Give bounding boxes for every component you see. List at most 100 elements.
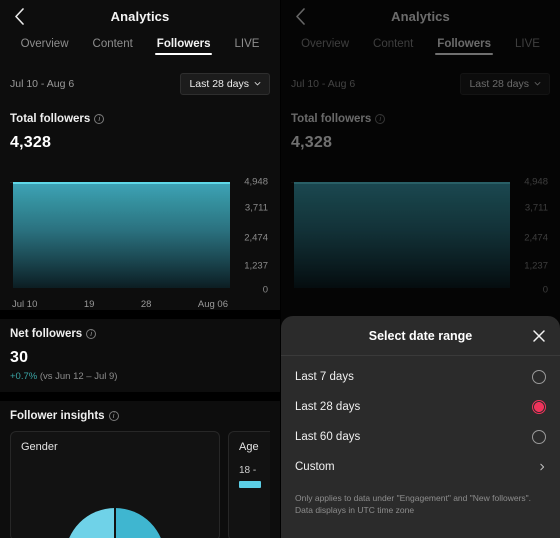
total-followers-value: 4,328 — [291, 134, 333, 151]
modal-header: Select date range — [281, 316, 560, 356]
date-row: Jul 10 - Aug 6 Last 28 days — [281, 63, 560, 104]
tab-live[interactable]: LIVE — [232, 35, 261, 57]
area-series-line — [13, 182, 230, 184]
top-bar: Analytics — [281, 0, 560, 33]
age-bucket-bar — [239, 481, 261, 488]
y-tick-label: 2,474 — [524, 232, 548, 244]
info-icon[interactable]: i — [94, 114, 105, 124]
modal-note-line-2: Data displays in UTC time zone — [295, 505, 415, 516]
radio-button[interactable] — [532, 430, 546, 444]
total-followers-title-row: Total followers i — [10, 104, 270, 125]
radio-button[interactable] — [532, 370, 546, 384]
dual-screenshot-stage: Analytics Overview Content Followers LIV… — [0, 0, 560, 538]
date-range-text: Jul 10 - Aug 6 — [291, 78, 356, 90]
date-range-selector-label: Last 28 days — [469, 78, 529, 90]
radio-button-selected[interactable] — [532, 400, 546, 414]
tab-overview[interactable]: Overview — [299, 35, 351, 57]
close-icon — [533, 329, 545, 342]
x-tick-label: Jul 10 — [12, 299, 38, 310]
tab-content[interactable]: Content — [371, 35, 415, 57]
y-tick-label: 1,237 — [524, 260, 548, 272]
section-divider — [0, 392, 280, 401]
y-tick-label: 2,474 — [244, 232, 268, 244]
y-tick-label: 1,237 — [244, 260, 268, 272]
age-card[interactable]: Age 18 - — [228, 431, 270, 538]
y-tick-label: 0 — [542, 284, 548, 296]
x-tick-label: 19 — [83, 299, 95, 310]
tab-content[interactable]: Content — [91, 35, 135, 57]
top-bar: Analytics — [0, 0, 280, 33]
back-button[interactable] — [290, 7, 310, 27]
x-tick-label: Aug 06 — [197, 299, 228, 310]
date-range-text: Jul 10 - Aug 6 — [10, 78, 75, 90]
option-label: Last 7 days — [295, 371, 354, 383]
gender-card[interactable]: Gender — [10, 431, 220, 538]
date-range-selector-button[interactable]: Last 28 days — [180, 73, 270, 95]
chart-plot-area — [291, 160, 510, 288]
total-followers-chart: 4,948 3,711 2,474 1,237 0 Jul 10 19 28 A… — [10, 160, 270, 310]
net-followers-label: Net followers — [10, 328, 83, 340]
modal-note-line-1: Only applies to data under "Engagement" … — [295, 493, 532, 503]
tab-followers[interactable]: Followers — [435, 35, 493, 57]
chevron-down-icon — [254, 81, 261, 85]
total-followers-section: Total followers i 4,328 4,948 3,711 2,47… — [0, 104, 280, 310]
y-tick-label: 0 — [262, 284, 268, 296]
semicircle-donut-icon — [69, 507, 161, 538]
info-icon[interactable]: i — [86, 329, 97, 339]
option-last-28-days[interactable]: Last 28 days — [281, 392, 560, 422]
option-label: Last 60 days — [295, 431, 361, 443]
total-followers-title-row: Total followers i — [291, 104, 550, 125]
follower-insights-section: Follower insights i Gender Age 18 - — [0, 401, 280, 538]
net-followers-section: Net followers i 30 +0.7% (vs Jun 12 – Ju… — [0, 319, 280, 392]
page-title: Analytics — [391, 9, 450, 24]
option-label: Custom — [295, 461, 335, 473]
info-icon[interactable]: i — [375, 114, 386, 124]
y-tick-label: 3,711 — [244, 202, 268, 214]
option-custom[interactable]: Custom — [281, 452, 560, 482]
option-last-60-days[interactable]: Last 60 days — [281, 422, 560, 452]
tab-followers[interactable]: Followers — [154, 35, 213, 57]
total-followers-section: Total followers i 4,328 4,948 3,711 2,47… — [281, 104, 560, 310]
chevron-left-icon — [295, 8, 305, 25]
age-bucket-label: 18 - — [239, 465, 257, 476]
chevron-left-icon — [14, 8, 24, 25]
modal-options: Last 7 days Last 28 days Last 60 days Cu… — [281, 356, 560, 482]
tab-bar: Overview Content Followers LIVE — [281, 33, 560, 63]
net-followers-title-row: Net followers i — [10, 319, 270, 340]
section-divider — [0, 310, 280, 319]
analytics-screen-left: Analytics Overview Content Followers LIV… — [0, 0, 280, 538]
follower-insights-title-row: Follower insights i — [10, 401, 270, 422]
page-title: Analytics — [110, 9, 170, 24]
follower-insights-label: Follower insights — [10, 410, 105, 422]
chevron-right-icon — [540, 463, 545, 471]
option-last-7-days[interactable]: Last 7 days — [281, 362, 560, 392]
tab-overview[interactable]: Overview — [19, 35, 71, 57]
area-series-fill — [13, 182, 230, 288]
y-tick-label: 4,948 — [244, 176, 268, 188]
area-series-line — [294, 182, 510, 184]
total-followers-label: Total followers — [10, 113, 91, 125]
date-range-selector-button[interactable]: Last 28 days — [460, 73, 550, 95]
info-icon[interactable]: i — [108, 411, 119, 421]
close-button[interactable] — [530, 327, 548, 345]
select-date-range-modal: Select date range Last 7 days Last 28 da… — [281, 316, 560, 538]
modal-note: Only applies to data under "Engagement" … — [281, 482, 560, 517]
gender-card-title: Gender — [21, 441, 58, 453]
modal-title: Select date range — [368, 328, 473, 343]
analytics-screen-right-with-modal: Analytics Overview Content Followers LIV… — [280, 0, 560, 538]
age-card-title: Age — [239, 441, 259, 453]
total-followers-value: 4,328 — [10, 134, 52, 151]
net-followers-delta-pct: +0.7% — [10, 371, 38, 382]
chart-x-axis: Jul 10 19 28 Aug 06 — [10, 299, 230, 310]
net-followers-delta: +0.7% (vs Jun 12 – Jul 9) — [10, 367, 270, 392]
insight-cards[interactable]: Gender Age 18 - — [10, 422, 270, 538]
back-button[interactable] — [9, 7, 29, 27]
chevron-down-icon — [534, 81, 541, 85]
y-tick-label: 4,948 — [524, 176, 548, 188]
total-followers-chart: 4,948 3,711 2,474 1,237 0 — [291, 160, 550, 310]
total-followers-label: Total followers — [291, 113, 372, 125]
y-tick-label: 3,711 — [524, 202, 548, 214]
tab-live[interactable]: LIVE — [513, 35, 542, 57]
date-range-selector-label: Last 28 days — [189, 78, 249, 90]
option-label: Last 28 days — [295, 401, 361, 413]
